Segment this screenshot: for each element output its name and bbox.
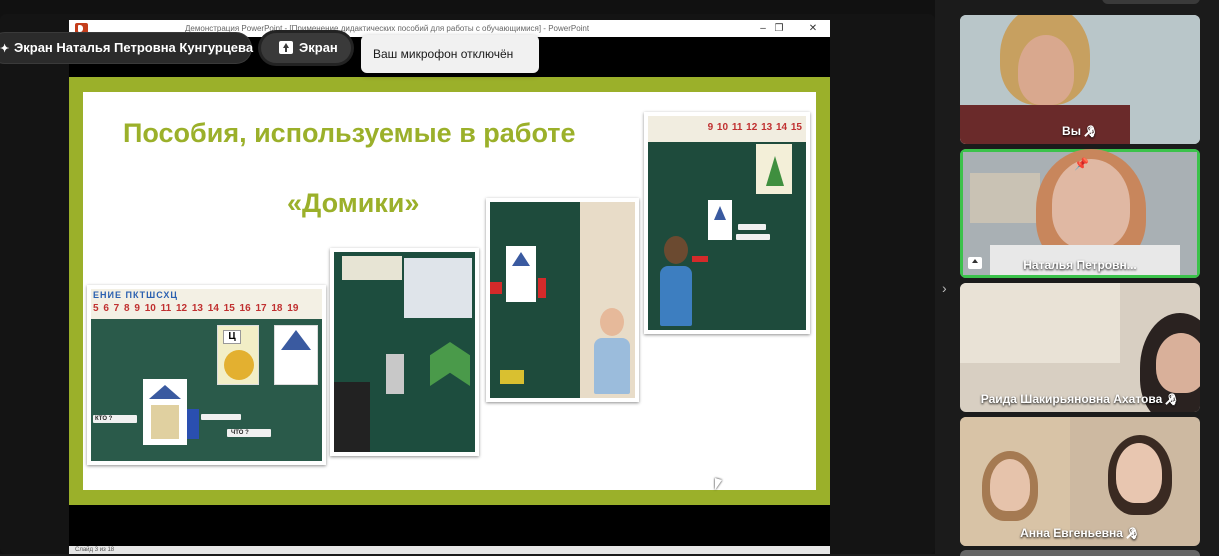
participant-tile-self[interactable]: Вы 🎙 bbox=[960, 15, 1200, 144]
powerpoint-window: Демонстрация PowerPoint - [Применение ди… bbox=[69, 20, 830, 554]
participant-tile-4[interactable]: Анна Евгеньевна 🎙 bbox=[960, 417, 1200, 546]
picture-card: Ц bbox=[217, 325, 259, 385]
pin-icon: ✦ bbox=[0, 43, 10, 55]
mic-off-icon: 🎙 bbox=[1165, 394, 1180, 406]
presenter-pill[interactable]: ✦ Экран Наталья Петровна Кунгурцева bbox=[0, 33, 254, 63]
participant-name: Наталья Петровн... bbox=[1023, 258, 1137, 272]
green-chevrons bbox=[430, 342, 470, 386]
slide-content: Пособия, используемые в работе «Домики» … bbox=[83, 92, 816, 490]
background-papers bbox=[960, 283, 1120, 363]
person-face bbox=[1116, 443, 1162, 503]
chevron-right-icon[interactable]: › bbox=[942, 280, 947, 296]
participant-tile-3[interactable]: Раида Шакирьяновна Ахатова 🎙 bbox=[960, 283, 1200, 412]
powerpoint-status-bar: Слайд 3 из 18 bbox=[69, 546, 830, 554]
person-face bbox=[1052, 159, 1130, 249]
boy-figure bbox=[594, 338, 630, 394]
letter-house-card bbox=[274, 325, 318, 385]
mic-off-icon: 🎙 bbox=[1125, 528, 1140, 540]
numbers-row: 5 6 7 8 9 10 11 12 13 14 15 16 17 18 19 bbox=[93, 303, 299, 314]
person-face bbox=[990, 459, 1030, 511]
poster bbox=[404, 258, 472, 318]
participant-name: Вы 🎙 bbox=[1062, 124, 1098, 138]
house-card-small bbox=[708, 200, 732, 240]
mouse-cursor-icon bbox=[715, 478, 722, 490]
sign-strip bbox=[342, 256, 402, 280]
paper-stack bbox=[386, 354, 404, 394]
photo-board-houses: ЕНИЕ ПКТШСХЦ 5 6 7 8 9 10 11 12 13 14 15… bbox=[87, 285, 326, 465]
house-card-small bbox=[506, 246, 536, 302]
participant-name: Раида Шакирьяновна Ахатова 🎙 bbox=[980, 392, 1180, 406]
house-card bbox=[143, 379, 187, 445]
boy-head bbox=[664, 236, 688, 264]
red-tag bbox=[692, 256, 708, 262]
screen-button[interactable]: Экран bbox=[261, 33, 351, 63]
letters-row: ЕНИЕ ПКТШСХЦ bbox=[93, 290, 178, 300]
red-tag bbox=[490, 282, 502, 294]
photo-boy-writing: 9 10 11 12 13 14 15 bbox=[644, 112, 810, 334]
house-picture bbox=[151, 405, 179, 439]
close-icon[interactable]: ✕ bbox=[798, 20, 828, 37]
screen-share-stage: Демонстрация PowerPoint - [Применение ди… bbox=[0, 0, 935, 554]
photo-board-arrows bbox=[330, 248, 479, 456]
photo-boy-board bbox=[486, 198, 639, 402]
card-picture bbox=[224, 350, 254, 380]
background-students bbox=[970, 173, 1040, 223]
number-strip: 9 10 11 12 13 14 15 bbox=[648, 116, 806, 142]
alphabet-strip: ЕНИЕ ПКТШСХЦ 5 6 7 8 9 10 11 12 13 14 15… bbox=[91, 289, 322, 319]
top-numbers-row: 9 10 11 12 13 14 15 bbox=[707, 122, 802, 133]
participant-name: Анна Евгеньевна 🎙 bbox=[1020, 526, 1140, 540]
label-strip bbox=[738, 224, 766, 230]
mic-off-icon: 🎙 bbox=[1083, 126, 1098, 138]
boy-figure bbox=[660, 266, 692, 326]
participant-tile-presenter[interactable]: 📌 Наталья Петровн... bbox=[960, 149, 1200, 278]
slide-title: Пособия, используемые в работе bbox=[123, 118, 576, 148]
slide: Пособия, используемые в работе «Домики» … bbox=[69, 77, 830, 505]
screen-button-label: Экран bbox=[299, 40, 338, 55]
label-strip bbox=[736, 234, 770, 240]
pin-icon[interactable]: 📌 bbox=[1074, 157, 1089, 171]
label-strip bbox=[201, 414, 241, 420]
presenter-label: Экран Наталья Петровна Кунгурцева bbox=[14, 40, 254, 55]
top-control[interactable] bbox=[1102, 0, 1200, 4]
who-label: КТО ? bbox=[93, 415, 137, 423]
screen-share-icon bbox=[279, 41, 293, 54]
person-face bbox=[1156, 333, 1200, 393]
blue-block bbox=[187, 409, 199, 439]
participant-tile-5[interactable] bbox=[960, 550, 1200, 556]
red-tag bbox=[538, 278, 546, 298]
slide-subtitle: «Домики» bbox=[287, 188, 420, 218]
yellow-card bbox=[500, 370, 524, 384]
person-face bbox=[1018, 35, 1074, 105]
roof-shape bbox=[281, 330, 311, 350]
mic-off-tooltip: Ваш микрофон отключён bbox=[361, 35, 539, 73]
boy-head bbox=[600, 308, 624, 336]
child-figure bbox=[334, 382, 370, 452]
restore-icon[interactable]: ❐ bbox=[764, 20, 794, 37]
what-label: ЧТО ? bbox=[227, 429, 271, 437]
card-letter: Ц bbox=[223, 330, 241, 344]
